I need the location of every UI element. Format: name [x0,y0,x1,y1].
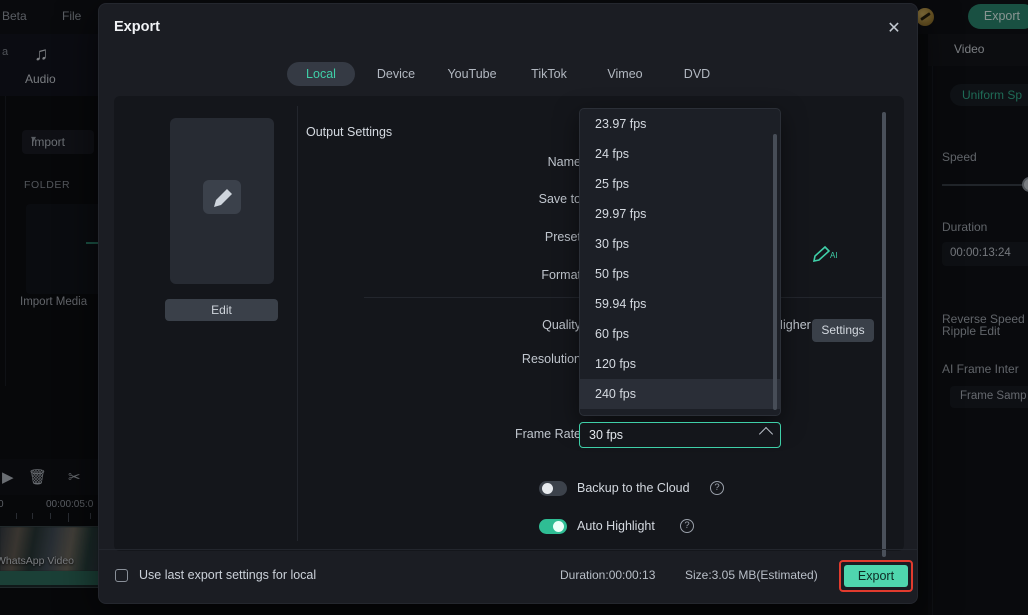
tab-tiktok[interactable]: TikTok [519,62,579,86]
edit-button-label: Edit [211,303,232,317]
frame-rate-option[interactable]: 50 fps [580,259,780,289]
edit-pencil-icon [203,180,241,214]
format-label: Format [541,268,581,282]
auto-highlight-label: Auto Highlight [577,519,655,533]
frame-rate-option[interactable]: 24 fps [580,139,780,169]
save-to-label: Save to [538,192,581,206]
dialog-footer: Use last export settings for local Durat… [99,549,917,603]
frame-rate-option[interactable]: 25 fps [580,169,780,199]
help-circle-icon[interactable]: ? [710,481,724,495]
svg-text:AI: AI [830,251,838,260]
export-settings-card: Edit Output Settings Name Save to Preset… [114,96,904,557]
export-dialog: Export ✕ Local Device YouTube TikTok Vim… [98,3,918,604]
dialog-title: Export [114,19,160,35]
tab-vimeo[interactable]: Vimeo [597,62,653,86]
frame-rate-label: Frame Rate [515,427,581,441]
tab-dvd[interactable]: DVD [673,62,721,86]
quality-label: Quality [542,318,581,332]
settings-button[interactable]: Settings [812,319,874,342]
dropdown-scrollbar[interactable] [773,134,777,410]
frame-rate-option[interactable]: 120 fps [580,349,780,379]
use-last-settings-checkbox[interactable] [115,569,128,582]
toggle-knob [542,483,553,494]
settings-button-label: Settings [821,323,865,337]
frame-rate-option[interactable]: 29.97 fps [580,199,780,229]
video-preview-thumbnail[interactable] [170,118,274,284]
chevron-up-icon [758,426,774,442]
frame-rate-option[interactable]: 59.94 fps [580,289,780,319]
help-circle-icon[interactable]: ? [680,519,694,533]
export-target-tabs: Local Device YouTube TikTok Vimeo DVD [287,62,732,86]
export-button[interactable]: Export [844,565,908,587]
auto-highlight-toggle[interactable] [539,519,567,534]
frame-rate-dropdown-menu[interactable]: 23.97 fps 24 fps 25 fps 29.97 fps 30 fps… [579,108,781,416]
output-settings-title: Output Settings [306,125,393,139]
frame-rate-selected-value: 30 fps [589,428,624,442]
backup-to-cloud-label: Backup to the Cloud [577,481,690,495]
card-vertical-divider [297,106,298,541]
footer-duration: Duration:00:00:13 [560,568,656,582]
name-label: Name [547,155,581,169]
frame-rate-option[interactable]: 60 fps [580,319,780,349]
backup-to-cloud-toggle[interactable] [539,481,567,496]
close-icon[interactable]: ✕ [881,16,907,42]
tab-youtube[interactable]: YouTube [437,62,507,86]
preset-label: Preset [544,230,581,244]
ai-pencil-icon[interactable]: AI [811,244,841,266]
footer-size: Size:3.05 MB(Estimated) [685,568,818,582]
use-last-settings-label: Use last export settings for local [139,568,317,582]
edit-button[interactable]: Edit [165,299,278,321]
frame-rate-select[interactable]: 30 fps [579,422,781,448]
tab-device[interactable]: Device [365,62,427,86]
resolution-label: Resolution [521,352,581,366]
frame-rate-option-hovered[interactable]: 240 fps [580,379,780,409]
frame-rate-option[interactable]: 30 fps [580,229,780,259]
frame-rate-option[interactable]: 23.97 fps [580,109,780,139]
toggle-knob [553,521,564,532]
dialog-scrollbar[interactable] [882,112,886,557]
tab-local[interactable]: Local [287,62,355,86]
export-button-highlight: Export [839,560,913,592]
